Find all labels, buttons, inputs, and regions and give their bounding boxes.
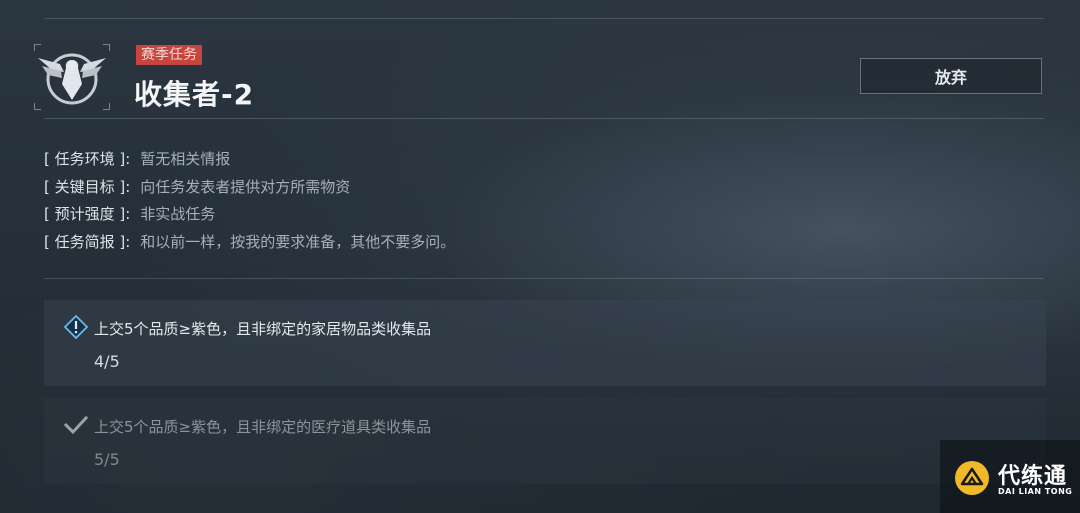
objective-description: 上交5个品质≥紫色，且非绑定的医疗道具类收集品 — [94, 418, 432, 436]
section-divider — [44, 278, 1044, 279]
mission-title: 收集者-2 — [134, 78, 255, 111]
info-label: [ 预计强度 ]: — [44, 205, 131, 223]
info-value: 向任务发表者提供对方所需物资 — [140, 177, 351, 196]
dailiantong-logo-icon — [955, 461, 989, 495]
objective-description: 上交5个品质≥紫色，且非绑定的家居物品类收集品 — [94, 320, 432, 338]
info-label: [ 任务环境 ]: — [44, 150, 131, 168]
check-icon — [64, 415, 88, 435]
info-diamond-icon — [64, 315, 88, 339]
mission-info-list: [ 任务环境 ]: 暂无相关情报 [ 关键目标 ]: 向任务发表者提供对方所需物… — [44, 146, 455, 256]
info-row-intensity: [ 预计强度 ]: 非实战任务 — [44, 201, 455, 229]
emblem-corner — [103, 44, 110, 51]
objective-item[interactable]: 上交5个品质≥紫色，且非绑定的家居物品类收集品 4/5 — [44, 300, 1046, 386]
emblem-corner — [34, 44, 41, 51]
emblem-corner — [103, 103, 110, 110]
top-divider — [44, 18, 1044, 19]
info-value: 和以前一样，按我的要求准备，其他不要多问。 — [140, 232, 456, 251]
season-mission-badge: 赛季任务 — [136, 45, 202, 65]
info-label: [ 任务简报 ]: — [44, 232, 131, 251]
watermark-subtitle: DAI LIAN TONG — [998, 487, 1073, 496]
faction-emblem — [34, 44, 110, 110]
info-row-key-objective: [ 关键目标 ]: 向任务发表者提供对方所需物资 — [44, 174, 455, 202]
objective-progress: 5/5 — [94, 450, 120, 469]
watermark-name: 代练通 — [998, 464, 1068, 489]
emblem-corner — [34, 103, 41, 110]
info-value: 暂无相关情报 — [140, 150, 231, 168]
abandon-button[interactable]: 放弃 — [860, 58, 1042, 94]
info-row-environment: [ 任务环境 ]: 暂无相关情报 — [44, 146, 455, 174]
objective-item[interactable]: 上交5个品质≥紫色，且非绑定的医疗道具类收集品 5/5 — [44, 398, 1046, 484]
objective-progress: 4/5 — [94, 352, 120, 371]
info-row-briefing: [ 任务简报 ]: 和以前一样，按我的要求准备，其他不要多问。 — [44, 229, 455, 257]
info-value: 非实战任务 — [140, 205, 216, 223]
watermark: 代练通 DAI LIAN TONG — [940, 440, 1080, 513]
header-divider — [44, 118, 1044, 119]
info-label: [ 关键目标 ]: — [44, 177, 131, 196]
eagle-icon — [38, 53, 106, 105]
